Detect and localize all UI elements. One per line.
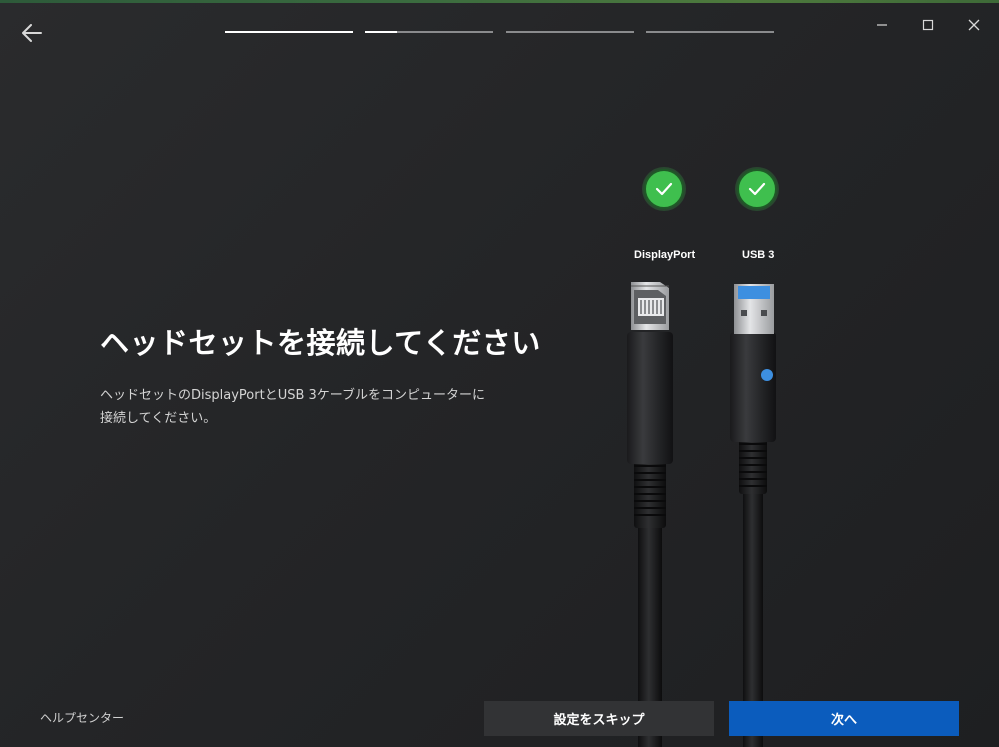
page-title: ヘッドセットを接続してください (100, 326, 541, 360)
next-button[interactable]: 次へ (729, 701, 959, 736)
maximize-button[interactable] (910, 10, 946, 40)
close-icon (968, 19, 980, 31)
cables-illustration (627, 282, 776, 747)
step-progress (225, 31, 775, 33)
usb3-label: USB 3 (742, 249, 775, 261)
progress-step-2-fill (365, 31, 397, 33)
progress-step-4 (646, 31, 774, 33)
close-button[interactable] (956, 10, 992, 40)
displayport-connector (627, 282, 673, 747)
progress-step-1 (225, 31, 353, 33)
window-top-edge (0, 0, 999, 3)
arrow-left-icon (22, 24, 42, 42)
page-description: ヘッドセットのDisplayPortとUSB 3ケーブルをコンピューターに接続し… (100, 388, 485, 426)
minimize-icon (877, 24, 887, 26)
maximize-icon (922, 19, 934, 31)
help-center-link[interactable]: ヘルプセンター (40, 709, 124, 726)
displayport-label: DisplayPort (634, 249, 696, 261)
check-icon (748, 182, 766, 196)
setup-window: ヘッドセットを接続してください ヘッドセットのDisplayPortとUSB 3… (0, 0, 999, 747)
displayport-status (644, 169, 684, 209)
minimize-button[interactable] (864, 10, 900, 40)
usb3-status (737, 169, 777, 209)
progress-step-3 (506, 31, 634, 33)
progress-step-2 (365, 31, 493, 33)
progress-step-1-fill (225, 31, 353, 33)
check-icon (655, 182, 673, 196)
usb-indicator-light (761, 369, 773, 381)
back-button[interactable] (14, 18, 50, 48)
skip-setup-button[interactable]: 設定をスキップ (484, 701, 714, 736)
usb3-connector (730, 284, 776, 747)
